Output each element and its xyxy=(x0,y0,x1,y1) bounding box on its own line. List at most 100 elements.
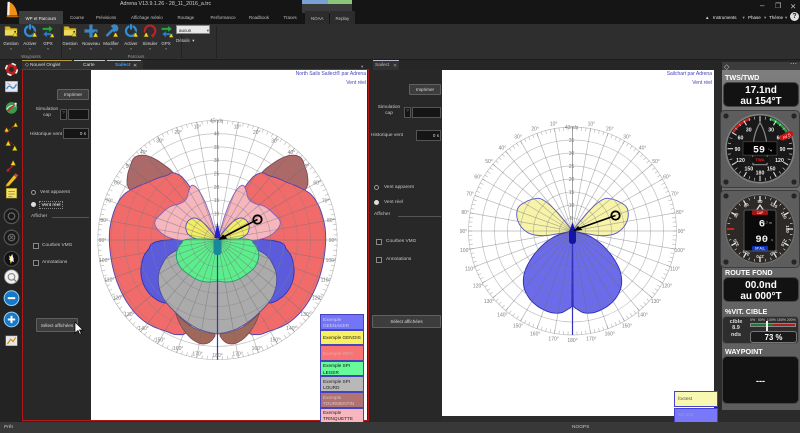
svg-text:40°: 40° xyxy=(140,150,148,156)
svg-text:130°: 130° xyxy=(300,312,310,318)
svg-text:80°: 80° xyxy=(327,218,335,224)
svg-text:15: 15 xyxy=(569,190,575,196)
svg-text:40°: 40° xyxy=(288,150,296,156)
svg-text:120°: 120° xyxy=(312,296,322,302)
svg-text:20°: 20° xyxy=(174,130,182,136)
svg-text:30: 30 xyxy=(569,151,575,157)
svg-text:90: 90 xyxy=(780,147,786,153)
svg-text:40°: 40° xyxy=(499,146,507,152)
svg-text:20°: 20° xyxy=(531,127,539,133)
svg-text:59: 59 xyxy=(753,146,765,157)
svg-text:60: 60 xyxy=(738,136,744,142)
svg-text:20°: 20° xyxy=(606,127,614,133)
svg-text:150: 150 xyxy=(767,166,776,172)
svg-text:120: 120 xyxy=(736,158,745,164)
svg-text:60°: 60° xyxy=(313,181,321,187)
svg-text:170°: 170° xyxy=(192,351,202,357)
svg-text:60°: 60° xyxy=(663,175,671,181)
svg-text:30°: 30° xyxy=(156,138,164,144)
svg-text:160°: 160° xyxy=(252,346,262,352)
svg-text:100°: 100° xyxy=(675,248,685,254)
svg-text:110°: 110° xyxy=(104,277,114,283)
svg-text:140°: 140° xyxy=(497,313,507,319)
svg-text:35: 35 xyxy=(214,145,220,151)
svg-text:°◂: °◂ xyxy=(768,148,772,153)
svg-text:180: 180 xyxy=(785,225,790,233)
svg-text:270: 270 xyxy=(756,254,764,259)
svg-text:90°: 90° xyxy=(678,229,686,235)
svg-text:160°: 160° xyxy=(530,331,540,337)
svg-text:90°: 90° xyxy=(99,238,107,244)
svg-text:180°: 180° xyxy=(212,353,222,359)
svg-text:50°: 50° xyxy=(485,159,493,165)
svg-text:25: 25 xyxy=(569,164,575,170)
svg-text:120°: 120° xyxy=(473,284,483,290)
svg-text:180: 180 xyxy=(756,171,765,177)
svg-text:50°: 50° xyxy=(652,159,660,165)
svg-text:30°: 30° xyxy=(514,135,522,141)
svg-text:150°: 150° xyxy=(513,323,523,329)
svg-text:120°: 120° xyxy=(662,284,672,290)
svg-text:110°: 110° xyxy=(321,277,331,283)
svg-text:130°: 130° xyxy=(124,312,134,318)
svg-text:80°: 80° xyxy=(100,218,108,224)
svg-text:10: 10 xyxy=(569,203,575,209)
svg-text:150°: 150° xyxy=(155,338,165,344)
svg-text:170°: 170° xyxy=(586,336,596,342)
svg-text:TWA: TWA xyxy=(755,158,764,163)
svg-text:150: 150 xyxy=(744,166,753,172)
svg-text:130°: 130° xyxy=(651,299,661,305)
svg-text:30°: 30° xyxy=(623,135,631,141)
svg-text:110°: 110° xyxy=(465,266,475,272)
svg-text:10°: 10° xyxy=(550,122,558,128)
svg-text:40: 40 xyxy=(214,132,220,138)
svg-text:10°: 10° xyxy=(234,125,242,131)
svg-text:20°: 20° xyxy=(253,130,261,136)
svg-text:140°: 140° xyxy=(138,326,148,332)
svg-text:SP.ALL: SP.ALL xyxy=(755,247,766,251)
svg-text:100°: 100° xyxy=(326,258,336,264)
svg-text:120°: 120° xyxy=(113,296,123,302)
svg-text:80°: 80° xyxy=(461,210,469,216)
svg-text:140°: 140° xyxy=(286,326,296,332)
svg-text:50°: 50° xyxy=(126,164,134,170)
svg-text:30: 30 xyxy=(768,127,774,133)
svg-text:40nds: 40nds xyxy=(565,125,579,131)
svg-text:100°: 100° xyxy=(99,258,109,264)
svg-text:30: 30 xyxy=(746,127,752,133)
svg-text:30: 30 xyxy=(214,158,220,164)
svg-text:70°: 70° xyxy=(322,199,330,205)
svg-text:150°: 150° xyxy=(270,338,280,344)
svg-text:70°: 70° xyxy=(671,192,679,198)
svg-text:120: 120 xyxy=(775,158,784,164)
svg-text:170°: 170° xyxy=(548,336,558,342)
svg-text:40°: 40° xyxy=(639,146,647,152)
svg-text:30°: 30° xyxy=(271,138,279,144)
svg-text:90°: 90° xyxy=(329,238,337,244)
svg-text:100°: 100° xyxy=(460,248,470,254)
svg-text:15: 15 xyxy=(214,198,220,204)
svg-text:45nds: 45nds xyxy=(210,118,224,124)
svg-text:70°: 70° xyxy=(106,199,114,205)
svg-text:90: 90 xyxy=(755,234,768,246)
svg-text:60°: 60° xyxy=(474,175,482,181)
svg-text:35: 35 xyxy=(569,138,575,144)
svg-text:90: 90 xyxy=(757,199,763,204)
svg-text:110°: 110° xyxy=(670,266,680,272)
svg-text:170°: 170° xyxy=(232,351,242,357)
svg-text:25: 25 xyxy=(214,172,220,178)
svg-text:10°: 10° xyxy=(194,125,202,131)
svg-text:20: 20 xyxy=(569,177,575,183)
svg-text:60°: 60° xyxy=(114,181,122,187)
svg-text:70°: 70° xyxy=(466,192,474,198)
svg-text:140°: 140° xyxy=(637,313,647,319)
svg-text:90: 90 xyxy=(735,147,741,153)
svg-text:10: 10 xyxy=(214,211,220,217)
svg-text:5: 5 xyxy=(570,216,573,222)
svg-text:160°: 160° xyxy=(173,346,183,352)
svg-text:20: 20 xyxy=(214,185,220,191)
svg-text:150°: 150° xyxy=(622,323,632,329)
svg-text:130°: 130° xyxy=(484,299,494,305)
svg-text:160°: 160° xyxy=(605,331,615,337)
svg-text:4.7 m: 4.7 m xyxy=(763,221,772,225)
